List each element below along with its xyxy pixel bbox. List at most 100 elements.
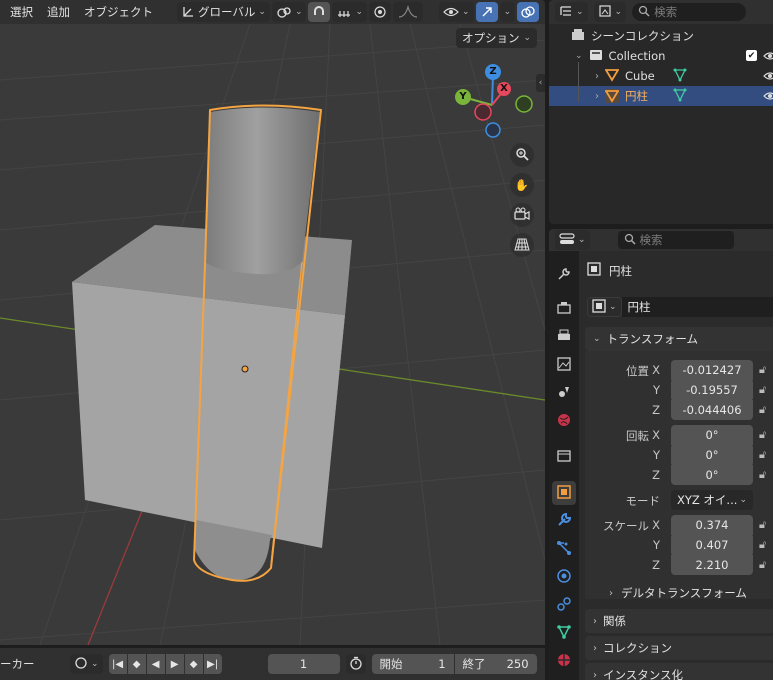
gizmo-toggle[interactable] — [475, 2, 498, 22]
gizmo-dropdown[interactable]: ⌄ — [499, 2, 516, 22]
outliner-search[interactable]: 検索 — [632, 3, 747, 21]
relations-panel-header[interactable]: › 関係 — [585, 609, 773, 633]
end-frame-field[interactable]: 終了 250 — [454, 654, 537, 674]
visibility-dropdown[interactable]: ⌄ — [439, 2, 474, 22]
outliner-icon — [559, 4, 573, 21]
render-icon — [556, 300, 572, 319]
search-placeholder: 検索 — [654, 5, 678, 19]
location-x-field[interactable]: -0.012427 — [671, 360, 753, 380]
lock-icon[interactable]: 🔓︎ — [759, 363, 771, 377]
editor-type-dropdown[interactable]: ⌄ — [555, 2, 588, 22]
lock-icon[interactable]: 🔓︎ — [759, 518, 771, 532]
lock-icon[interactable]: 🔓︎ — [759, 383, 771, 397]
object-browse-dropdown[interactable]: ⌄ — [587, 297, 622, 317]
eye-icon[interactable] — [763, 89, 773, 106]
scene-collection-row[interactable]: シーンコレクション — [549, 26, 773, 46]
rotation-y-field[interactable]: 0° — [671, 445, 753, 465]
properties-search[interactable]: 検索 — [617, 231, 734, 249]
instancing-panel-header[interactable]: › インスタンス化 — [585, 663, 773, 680]
camera-view-button[interactable] — [510, 203, 534, 227]
jump-end-button[interactable]: ▶| — [203, 654, 222, 674]
snap-toggle[interactable] — [308, 2, 331, 22]
current-frame-field[interactable]: 1 — [267, 654, 340, 674]
scale-z-field[interactable]: 2.210 — [671, 555, 753, 575]
marker-menu[interactable]: ーカー — [0, 656, 34, 672]
overlay-toggle[interactable] — [517, 2, 540, 22]
hand-icon: ✋ — [514, 178, 530, 192]
lock-icon[interactable]: 🔓︎ — [759, 448, 771, 462]
delta-title: デルタトランスフォーム — [621, 586, 747, 600]
play-reverse-button[interactable]: ◀ — [146, 654, 165, 674]
rotation-x-field[interactable]: 0° — [671, 425, 753, 445]
skip-start-icon: |◀ — [112, 658, 124, 670]
outliner-item-cylinder[interactable]: › 円柱 — [549, 86, 773, 106]
zoom-button[interactable] — [510, 143, 534, 167]
play-button[interactable]: ▶ — [165, 654, 184, 674]
delta-transform-subpanel[interactable]: › デルタトランスフォーム — [609, 585, 747, 601]
perspective-toggle-button[interactable] — [510, 233, 534, 257]
tab-material[interactable] — [552, 649, 576, 673]
falloff-dropdown[interactable] — [393, 2, 424, 22]
collection-row[interactable]: ⌄ Collection ✔ — [549, 46, 773, 66]
snap-target-dropdown[interactable]: ⌄ — [332, 2, 368, 22]
transform-panel-header[interactable]: ⌄ トランスフォーム — [585, 327, 773, 351]
chevron-right-icon[interactable]: › — [595, 71, 599, 82]
object-title: 円柱 — [587, 262, 632, 279]
tab-physics[interactable] — [552, 565, 576, 589]
lock-icon[interactable]: 🔓︎ — [759, 403, 771, 417]
chevron-down-icon[interactable]: ⌄ — [575, 51, 583, 61]
rotation-mode-dropdown[interactable]: XYZ オイ... ⌄ — [671, 490, 753, 510]
tab-render[interactable] — [552, 297, 576, 321]
outliner-item-cube[interactable]: › Cube — [549, 66, 773, 86]
jump-start-button[interactable]: |◀ — [108, 654, 127, 674]
collections-panel-header[interactable]: › コレクション — [585, 636, 773, 660]
pivot-dropdown[interactable]: ⌄ — [271, 2, 307, 22]
chevron-right-icon[interactable]: › — [595, 91, 599, 102]
eye-icon[interactable] — [763, 49, 773, 66]
3d-viewport[interactable]: 選択 追加 オブジェクト グローバル ⌄ ⌄ ⌄ ⌄ ⌄ オプション ⌄ ‹ Z… — [0, 0, 545, 645]
tab-output[interactable] — [552, 325, 576, 349]
options-dropdown[interactable]: オプション ⌄ — [455, 28, 537, 48]
location-z-field[interactable]: -0.044406 — [671, 400, 753, 420]
orientation-dropdown[interactable]: グローバル ⌄ — [177, 2, 270, 22]
sidebar-toggle[interactable]: ‹ — [536, 74, 545, 92]
eye-icon[interactable] — [763, 69, 773, 86]
tab-view-layer[interactable] — [552, 353, 576, 377]
proportional-edit-toggle[interactable] — [369, 2, 392, 22]
menu-add[interactable]: 追加 — [41, 4, 76, 20]
tab-tool[interactable] — [552, 263, 576, 287]
tab-data[interactable] — [552, 621, 576, 645]
prev-keyframe-button[interactable]: ◆ — [127, 654, 146, 674]
rotation-y-label: Y — [652, 448, 660, 462]
tab-collection[interactable] — [552, 445, 576, 469]
tab-particles[interactable] — [552, 537, 576, 561]
lock-icon[interactable]: 🔓︎ — [759, 558, 771, 572]
scale-x-field[interactable]: 0.374 — [671, 515, 753, 535]
pan-button[interactable]: ✋ — [510, 173, 534, 197]
lock-icon[interactable]: 🔓︎ — [759, 428, 771, 442]
display-mode-dropdown[interactable]: ⌄ — [593, 2, 627, 22]
tab-object[interactable] — [552, 481, 576, 505]
outliner-panel: ⌄ ⌄ 検索 シーンコレクション ⌄ Collection ✔ › Cube ›… — [549, 0, 773, 224]
collection-checkbox[interactable]: ✔ — [746, 50, 757, 61]
preview-range-toggle[interactable] — [345, 654, 366, 674]
rotation-z-field[interactable]: 0° — [671, 465, 753, 485]
lock-icon[interactable]: 🔓︎ — [759, 468, 771, 482]
next-keyframe-button[interactable]: ◆ — [184, 654, 203, 674]
tab-scene[interactable] — [552, 381, 576, 405]
start-frame-field[interactable]: 開始 1 — [371, 654, 454, 674]
chevron-left-icon: ‹ — [538, 78, 543, 88]
object-name-field[interactable]: 円柱 — [621, 297, 773, 317]
location-y-field[interactable]: -0.19557 — [671, 380, 753, 400]
prev-keyframe-icon: ◆ — [132, 658, 141, 670]
scale-y-field[interactable]: 0.407 — [671, 535, 753, 555]
tab-world[interactable] — [552, 409, 576, 433]
tab-modifiers[interactable] — [552, 509, 576, 533]
keying-dropdown[interactable]: ⌄ — [70, 654, 103, 674]
tab-constraints[interactable] — [552, 593, 576, 617]
menu-object[interactable]: オブジェクト — [78, 4, 159, 20]
mode-label: モード — [625, 494, 661, 508]
menu-select[interactable]: 選択 — [4, 4, 39, 20]
lock-icon[interactable]: 🔓︎ — [759, 538, 771, 552]
editor-type-dropdown[interactable]: ⌄ — [555, 230, 590, 250]
